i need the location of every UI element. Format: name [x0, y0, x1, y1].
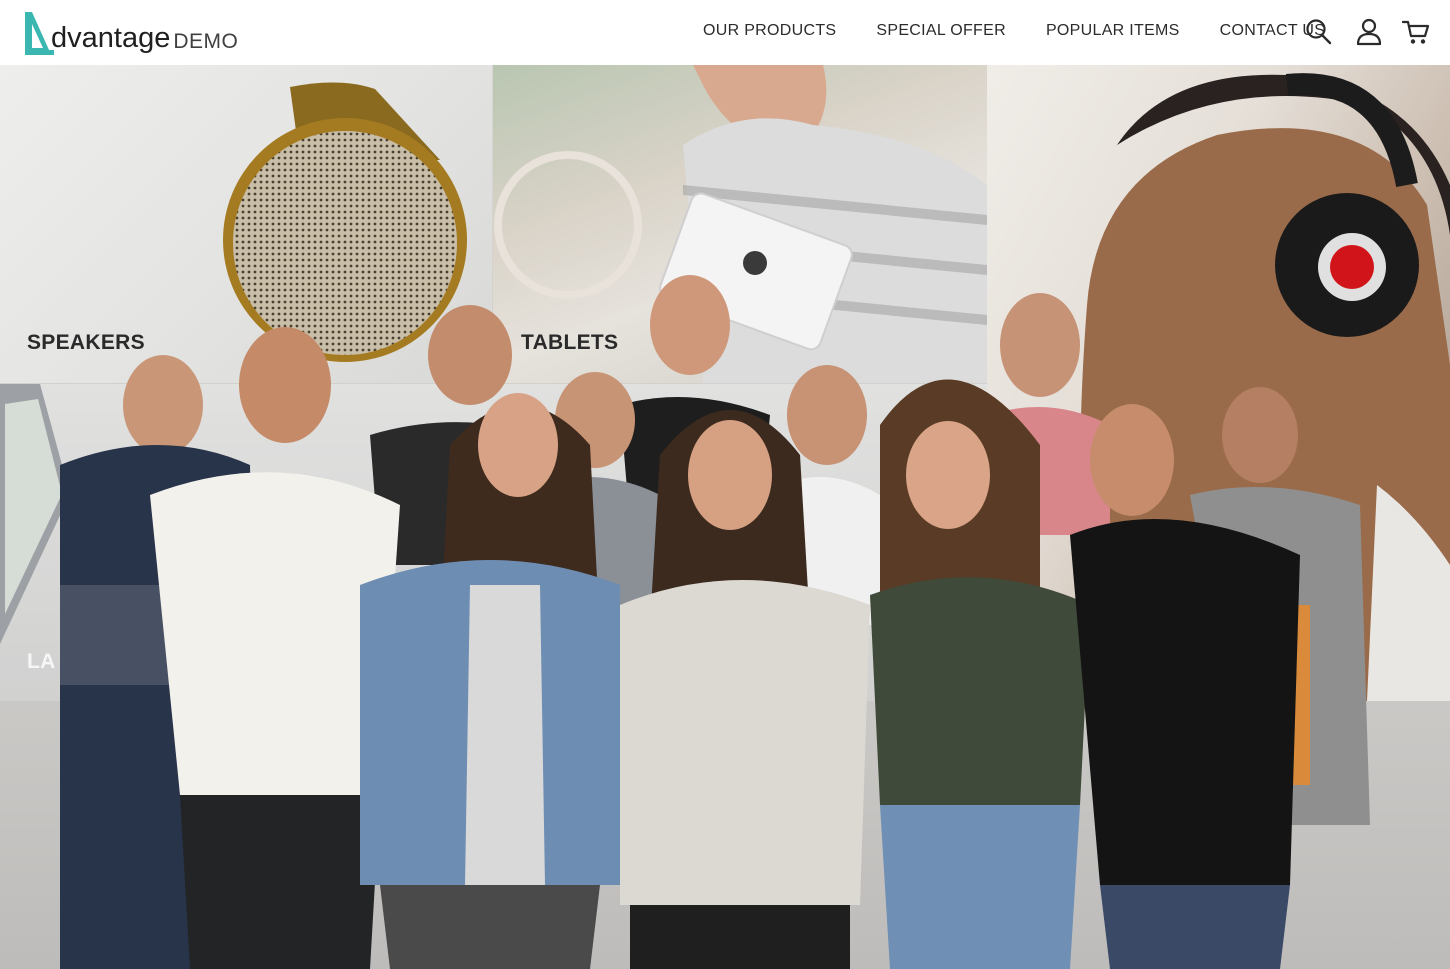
brand-name: dvantage: [51, 22, 171, 54]
nav-popular-items[interactable]: POPULAR ITEMS: [1046, 22, 1180, 40]
nav-our-products[interactable]: OUR PRODUCTS: [703, 22, 836, 40]
page: dvantage DEMO OUR PRODUCTS SPECIAL OFFER…: [0, 0, 1450, 969]
cart-icon[interactable]: [1402, 18, 1430, 46]
brand-logo[interactable]: dvantage DEMO: [22, 10, 238, 56]
search-icon[interactable]: [1305, 18, 1333, 46]
main-nav: OUR PRODUCTS SPECIAL OFFER POPULAR ITEMS…: [703, 22, 1325, 40]
brand-suffix: DEMO: [173, 30, 239, 53]
hero-banner: SPEAKERS TABLETS LA: [0, 65, 1450, 969]
nav-special-offer[interactable]: SPECIAL OFFER: [876, 22, 1006, 40]
team-photo: [60, 275, 1370, 969]
logo-mark-icon: [25, 12, 54, 55]
user-icon[interactable]: [1356, 18, 1382, 46]
site-header: dvantage DEMO OUR PRODUCTS SPECIAL OFFER…: [0, 0, 1450, 65]
